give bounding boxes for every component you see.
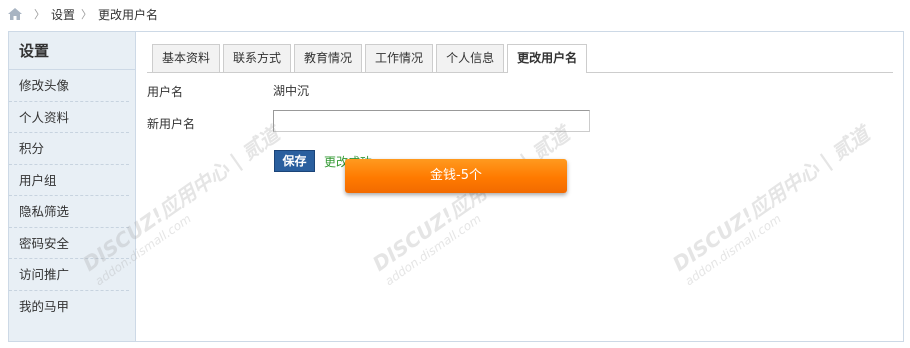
save-button[interactable]: 保存 [274, 150, 315, 172]
home-icon[interactable] [8, 8, 22, 20]
sidebar-item-profile[interactable]: 个人资料 [9, 102, 129, 133]
sidebar-item-vest[interactable]: 我的马甲 [9, 291, 129, 323]
tab-contact[interactable]: 联系方式 [223, 44, 292, 72]
sidebar-item-privacy[interactable]: 隐私筛选 [9, 196, 129, 228]
sidebar-item-usergroup[interactable]: 用户组 [9, 165, 129, 196]
breadcrumb-separator: 〉 [34, 8, 45, 21]
sidebar-list: 修改头像 个人资料 积分 用户组 隐私筛选 密码安全 访问推广 我的马甲 [9, 70, 135, 322]
credit-toast: 金钱-5个 [345, 159, 567, 193]
tab-change-username[interactable]: 更改用户名 [507, 44, 588, 73]
watermark: DISCUZ!应用中心 | 贰道 addon.dismall.com [666, 119, 883, 289]
breadcrumb-item-change-username[interactable]: 更改用户名 [98, 6, 158, 23]
tab-bar: 基本资料 联系方式 教育情况 工作情况 个人信息 更改用户名 [152, 44, 590, 73]
watermark-sub: addon.dismall.com [682, 211, 784, 289]
tab-personal[interactable]: 个人信息 [436, 44, 505, 72]
sidebar-item-password[interactable]: 密码安全 [9, 228, 129, 259]
new-username-label: 新用户名 [147, 117, 196, 131]
watermark-text: DISCUZ!应用中心 | 贰道 [668, 121, 874, 276]
username-label: 用户名 [147, 85, 184, 99]
settings-panel: 设置 修改头像 个人资料 积分 用户组 隐私筛选 密码安全 访问推广 我的马甲 … [8, 31, 904, 342]
breadcrumb-item-settings[interactable]: 设置 [51, 6, 75, 23]
tab-education[interactable]: 教育情况 [294, 44, 363, 72]
sidebar-title: 设置 [9, 32, 135, 70]
sidebar-item-avatar[interactable]: 修改头像 [9, 70, 129, 102]
sidebar-item-credits[interactable]: 积分 [9, 133, 129, 165]
username-value: 湖中沉 [273, 84, 310, 98]
sidebar-item-promotion[interactable]: 访问推广 [9, 259, 129, 291]
tab-work[interactable]: 工作情况 [365, 44, 434, 72]
new-username-input[interactable] [273, 110, 590, 132]
sidebar: 设置 修改头像 个人资料 积分 用户组 隐私筛选 密码安全 访问推广 我的马甲 [9, 32, 136, 341]
tab-basic-info[interactable]: 基本资料 [152, 44, 221, 72]
watermark-text: DISCUZ!应用中心 | 贰道 [368, 121, 574, 276]
watermark: DISCUZ!应用中心 | 贰道 addon.dismall.com [366, 119, 583, 288]
breadcrumb: 〉 设置 〉 更改用户名 [8, 6, 158, 22]
breadcrumb-separator: 〉 [81, 8, 93, 21]
main-content: 基本资料 联系方式 教育情况 工作情况 个人信息 更改用户名 用户名 湖中沉 新… [78, 32, 903, 341]
